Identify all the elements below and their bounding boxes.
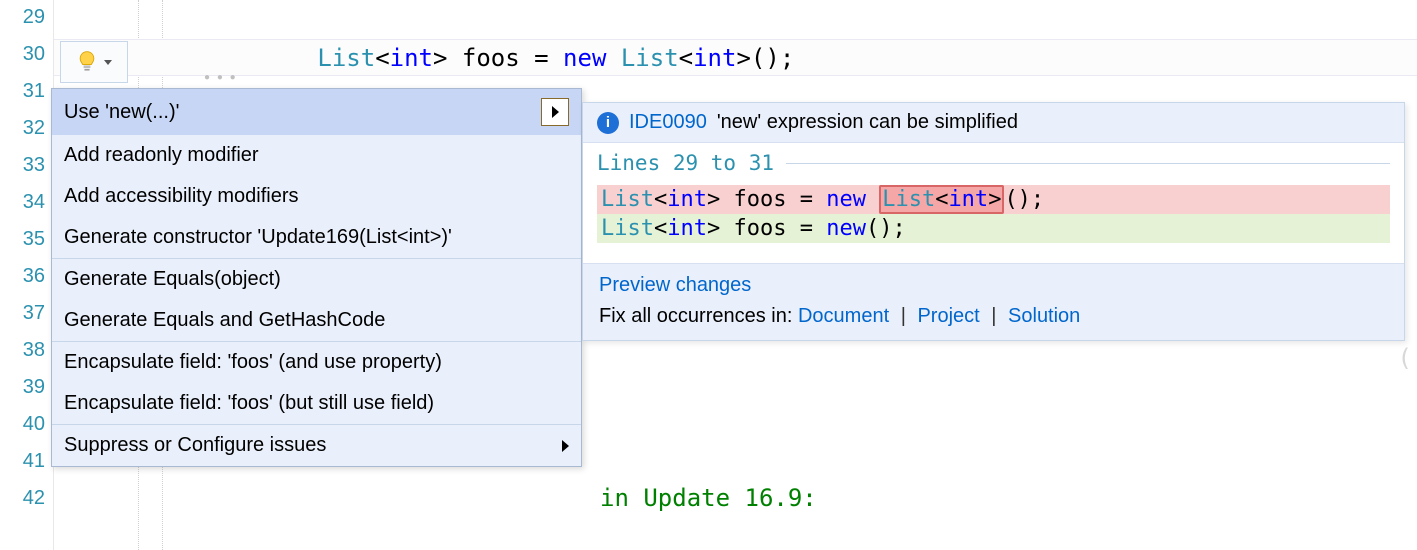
menu-item-suppress-configure[interactable]: Suppress or Configure issues: [52, 425, 581, 466]
preview-changes-link[interactable]: Preview changes: [599, 274, 751, 296]
preview-panel: i IDE0090 'new' expression can be simpli…: [582, 102, 1405, 341]
line-number: 36: [23, 265, 45, 288]
line-number: 41: [23, 450, 45, 473]
line-number: 34: [23, 191, 45, 214]
fix-all-label: Fix all occurrences in:: [599, 305, 792, 327]
chevron-down-icon: [104, 60, 112, 65]
line-number: 35: [23, 228, 45, 251]
gutter: 29 30 31 32 33 34 35 36 37 38 39 40 41 4…: [0, 0, 54, 550]
diagnostic-message: 'new' expression can be simplified: [717, 111, 1018, 134]
line-number: 30: [23, 43, 45, 66]
line-number: 37: [23, 302, 45, 325]
preview-footer: Preview changes Fix all occurrences in: …: [583, 263, 1404, 340]
line-number: 40: [23, 413, 45, 436]
context-text: in Update 16.9:: [600, 484, 817, 512]
preview-header: i IDE0090 'new' expression can be simpli…: [583, 103, 1404, 143]
menu-item-encapsulate-field[interactable]: Encapsulate field: 'foos' (but still use…: [52, 383, 581, 424]
chevron-right-icon: [552, 106, 559, 118]
info-icon: i: [597, 112, 619, 134]
menu-item-encapsulate-property[interactable]: Encapsulate field: 'foos' (and use prope…: [52, 342, 581, 383]
line-number: 38: [23, 339, 45, 362]
menu-item-generate-equals-hashcode[interactable]: Generate Equals and GetHashCode: [52, 300, 581, 341]
menu-item-generate-constructor[interactable]: Generate constructor 'Update169(List<int…: [52, 217, 581, 258]
quick-actions-button[interactable]: [60, 41, 128, 83]
menu-item-add-accessibility[interactable]: Add accessibility modifiers: [52, 176, 581, 217]
collapse-hint-icon: ● ● ●: [204, 72, 238, 83]
horizontal-rule: [786, 163, 1390, 164]
diagnostic-id[interactable]: IDE0090: [629, 111, 707, 134]
menu-item-add-readonly[interactable]: Add readonly modifier: [52, 135, 581, 176]
lightbulb-icon: [76, 50, 98, 74]
line-number: 33: [23, 154, 45, 177]
menu-item-generate-equals[interactable]: Generate Equals(object): [52, 259, 581, 300]
line-number: 32: [23, 117, 45, 140]
line-number: 31: [23, 80, 45, 103]
chevron-right-icon: [562, 440, 569, 452]
line-number: 29: [23, 6, 45, 29]
preview-lines-header: Lines 29 to 31: [583, 143, 1404, 179]
fix-document-link[interactable]: Document: [798, 305, 889, 327]
brace-match-hint: (: [1398, 344, 1412, 372]
fix-project-link[interactable]: Project: [917, 305, 979, 327]
diff-added-line: List<int> foos = new();: [597, 214, 1390, 243]
removed-token: List<int>: [879, 185, 1004, 214]
line-number: 39: [23, 376, 45, 399]
line-number: 42: [23, 487, 45, 510]
diff-preview: List<int> foos = new List<int>(); List<i…: [583, 179, 1404, 263]
diff-removed-line: List<int> foos = new List<int>();: [597, 185, 1390, 214]
fix-solution-link[interactable]: Solution: [1008, 305, 1080, 327]
code-line-30[interactable]: List<int> foos = new List<int>();: [54, 39, 1417, 76]
submenu-indicator: [541, 98, 569, 126]
quick-actions-menu: Use 'new(...)' Add readonly modifier Add…: [51, 88, 582, 467]
menu-item-use-new[interactable]: Use 'new(...)': [52, 89, 581, 135]
